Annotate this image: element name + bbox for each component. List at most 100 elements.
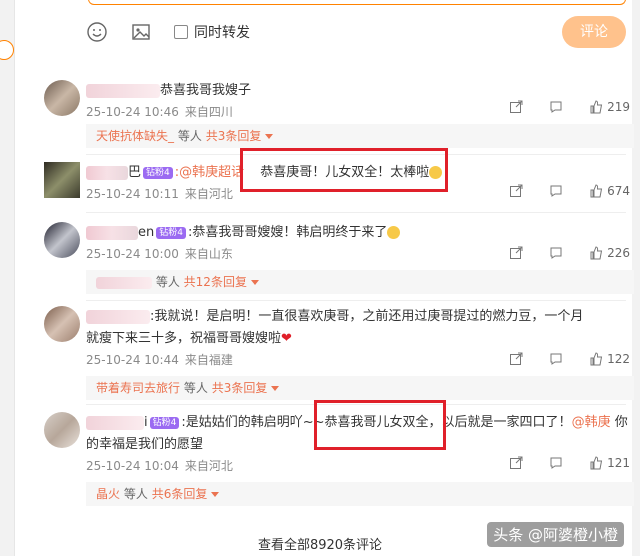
- comment-time: 25-10-24 10:46: [86, 105, 179, 119]
- avatar[interactable]: [44, 80, 80, 116]
- like-count: 226: [607, 246, 630, 260]
- comment-text-line2: 就瘦下来三十多，祝福哥哥嫂嫂啦❤: [86, 328, 634, 350]
- avatar[interactable]: [44, 222, 80, 258]
- chevron-down-icon: [265, 134, 274, 139]
- reply-more-link[interactable]: 共3条回复: [206, 129, 262, 143]
- reply-summary[interactable]: 天使抗体缺失_ 等人 共3条回复: [86, 124, 634, 148]
- reply-user[interactable]: [96, 276, 152, 289]
- fan-badge: 钻粉4: [156, 226, 186, 239]
- emoji-icon[interactable]: [86, 21, 108, 43]
- comment-content: :我就说！是启明！一直很喜欢庚哥，之前还用过庚哥提过的燃力豆，一个月: [150, 309, 584, 324]
- like-icon[interactable]: [589, 184, 603, 198]
- fan-badge: 钻粉4: [143, 166, 173, 179]
- like-icon[interactable]: [589, 246, 603, 260]
- avatar[interactable]: [44, 162, 80, 198]
- comment-actions: 121: [509, 456, 630, 470]
- comment-time: 25-10-24 10:11: [86, 187, 179, 201]
- red-highlight-box: [240, 148, 448, 192]
- heart-icon: ❤: [281, 331, 292, 346]
- comment-time: 25-10-24 10:44: [86, 353, 179, 367]
- fan-badge: 钻粉4: [149, 416, 180, 429]
- left-frame: [0, 0, 15, 556]
- share-icon[interactable]: [509, 246, 523, 260]
- comment-actions: 674: [509, 184, 630, 198]
- topic-link[interactable]: :@韩庚超话: [175, 165, 244, 180]
- comment-actions: 219: [509, 100, 630, 114]
- submit-comment-button[interactable]: 评论: [562, 16, 626, 48]
- username[interactable]: [86, 415, 144, 430]
- comment-icon[interactable]: [549, 246, 563, 260]
- comment-location: 来自山东: [184, 247, 233, 261]
- reply-summary[interactable]: 带着寿司去旅行 等人 共3条回复: [86, 376, 634, 400]
- comment-actions: 226: [509, 246, 630, 260]
- like-icon[interactable]: [589, 352, 603, 366]
- comment-content-suffix: ，以后就是一家四口了！: [428, 415, 572, 430]
- share-icon[interactable]: [509, 456, 523, 470]
- reply-more-link[interactable]: 共12条回复: [184, 275, 247, 289]
- like-icon[interactable]: [589, 456, 603, 470]
- watermark: 头条 @阿婆橙小橙: [487, 522, 624, 547]
- image-icon[interactable]: [130, 21, 152, 43]
- chevron-down-icon: [271, 386, 280, 391]
- reply-user[interactable]: 带着寿司去旅行: [96, 381, 180, 395]
- side-dot: [0, 40, 14, 60]
- username[interactable]: [86, 165, 128, 180]
- comment-text: :我就说！是启明！一直很喜欢庚哥，之前还用过庚哥提过的燃力豆，一个月: [86, 306, 634, 328]
- reply-more-link[interactable]: 共6条回复: [152, 487, 208, 501]
- avatar[interactable]: [44, 306, 80, 342]
- reply-suffix: 等人: [177, 129, 202, 143]
- reply-summary[interactable]: 晶火 等人 共6条回复: [86, 482, 634, 506]
- comment-input[interactable]: [88, 0, 626, 5]
- comment-content-continued: 的幸福是我们的愿望: [86, 437, 204, 452]
- comment-icon[interactable]: [549, 456, 563, 470]
- reply-more-link[interactable]: 共3条回复: [212, 381, 268, 395]
- comment-text: 恭喜我哥我嫂子: [86, 80, 634, 102]
- repost-label: 同时转发: [194, 25, 250, 41]
- reply-user[interactable]: 晶火: [96, 487, 120, 501]
- reply-suffix: 等人: [155, 275, 180, 289]
- username-tail[interactable]: i: [144, 415, 148, 430]
- share-icon[interactable]: [509, 184, 523, 198]
- comment-content: 恭喜我哥我嫂子: [160, 83, 252, 98]
- comment-time: 25-10-24 10:04: [86, 459, 179, 473]
- divider: [86, 300, 626, 301]
- comment-content: :是姑姑们的韩启明吖~~: [181, 415, 325, 430]
- username-tail[interactable]: 巴: [128, 165, 141, 180]
- reply-suffix: 等人: [123, 487, 148, 501]
- repost-checkbox[interactable]: [174, 25, 188, 39]
- comment-time: 25-10-24 10:00: [86, 247, 179, 261]
- red-highlight-box: [314, 400, 446, 450]
- username[interactable]: [86, 225, 138, 240]
- comment-location: 来自河北: [184, 459, 233, 473]
- share-icon[interactable]: [509, 100, 523, 114]
- reply-suffix: 等人: [183, 381, 208, 395]
- reply-summary[interactable]: 等人 共12条回复: [86, 270, 634, 294]
- chevron-down-icon: [211, 492, 220, 497]
- username-tail[interactable]: en: [138, 225, 154, 240]
- username[interactable]: [86, 83, 160, 98]
- comment-icon[interactable]: [549, 352, 563, 366]
- chevron-down-icon: [250, 280, 259, 285]
- comment-content: :恭喜我哥哥嫂嫂！韩启明终于来了: [187, 225, 388, 240]
- divider: [86, 212, 626, 213]
- celebrate-emoji-icon: [387, 226, 401, 239]
- comment-location: 来自四川: [184, 105, 233, 119]
- avatar[interactable]: [44, 412, 80, 448]
- like-count: 674: [607, 184, 630, 198]
- username[interactable]: [86, 309, 150, 324]
- comment-icon[interactable]: [549, 100, 563, 114]
- like-count: 219: [607, 100, 630, 114]
- comment-location: 来自福建: [184, 353, 233, 367]
- comment-actions: 122: [509, 352, 630, 366]
- comment-icon[interactable]: [549, 184, 563, 198]
- like-count: 122: [607, 352, 630, 366]
- reply-user[interactable]: 天使抗体缺失_: [96, 129, 174, 143]
- like-icon[interactable]: [589, 100, 603, 114]
- comment-text: en 钻粉4:恭喜我哥哥嫂嫂！韩启明终于来了: [86, 222, 634, 244]
- share-icon[interactable]: [509, 352, 523, 366]
- compose-toolbar: 同时转发: [86, 18, 250, 46]
- mention-link[interactable]: @韩庚: [572, 415, 611, 430]
- comment-location: 来自河北: [184, 187, 233, 201]
- like-count: 121: [607, 456, 630, 470]
- comment-content-continued: 就瘦下来三十多，祝福哥哥嫂嫂啦: [86, 331, 282, 346]
